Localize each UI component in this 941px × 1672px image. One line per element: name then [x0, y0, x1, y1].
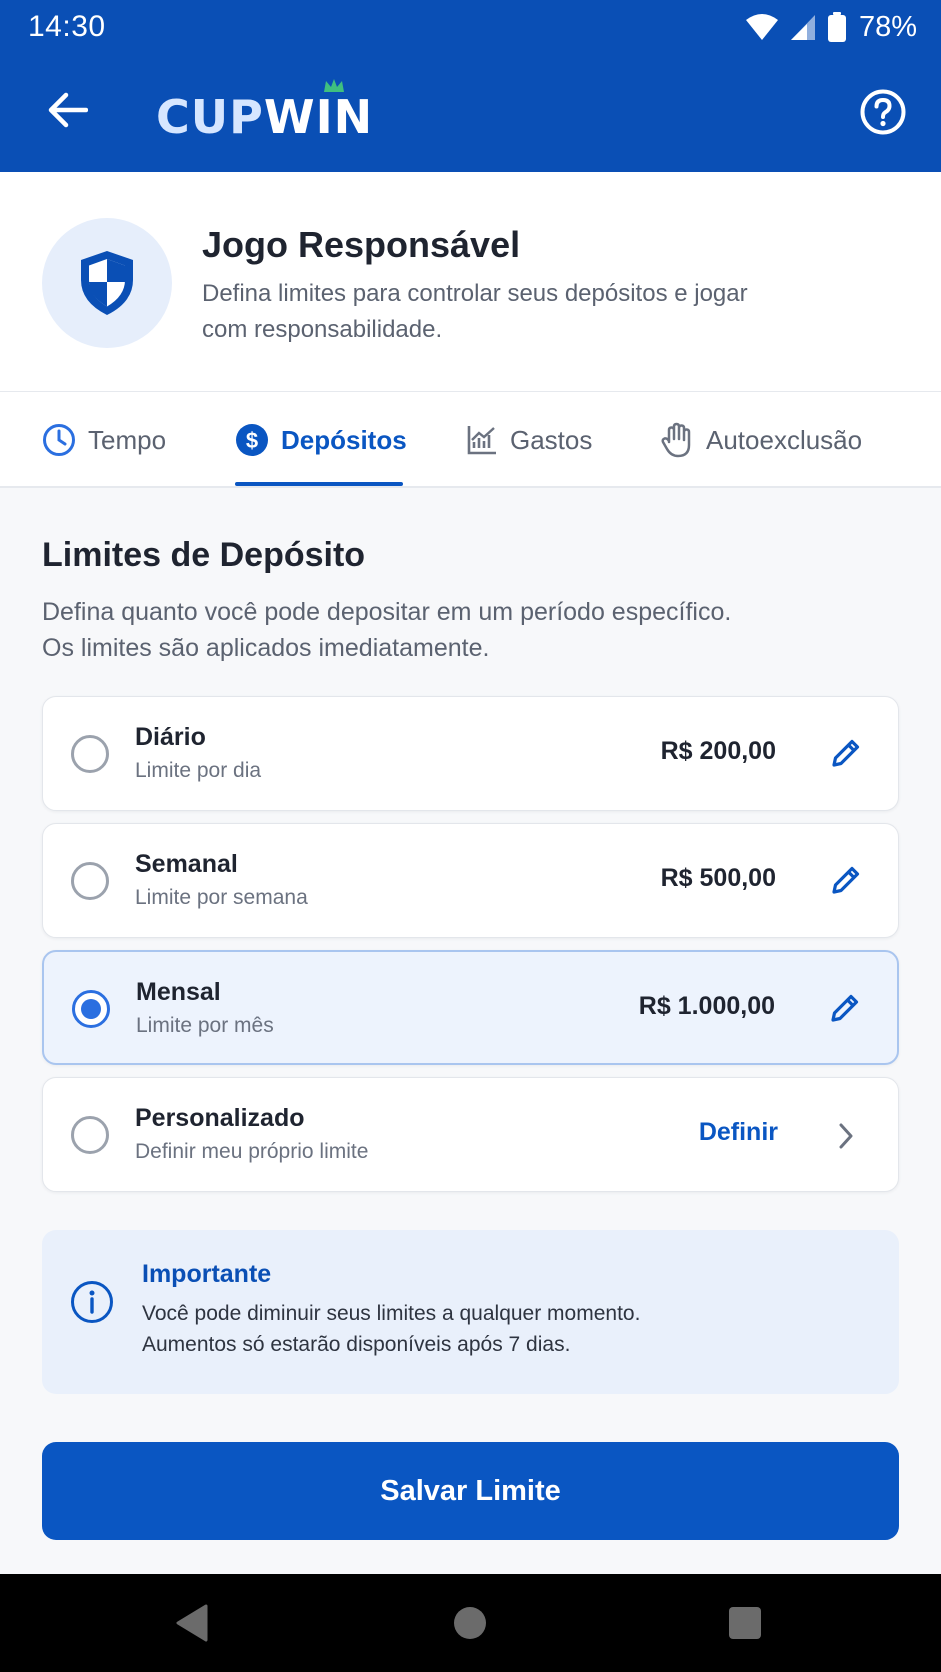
pencil-icon	[831, 994, 859, 1022]
logo-text-win: WIN	[263, 90, 374, 144]
radio-button-checked[interactable]	[72, 990, 110, 1028]
info-box: Importante Você pode diminuir seus limit…	[42, 1230, 899, 1394]
status-bar: 14:30 78%	[0, 0, 941, 56]
signal-icon	[790, 15, 815, 40]
tab-gastos[interactable]: Gastos	[466, 392, 592, 488]
chevron-button[interactable]	[828, 1116, 864, 1156]
responsible-gaming-intro: Jogo Responsável Defina limites para con…	[0, 172, 941, 392]
shield-icon	[81, 251, 133, 315]
option-value: R$ 200,00	[660, 737, 776, 765]
option-subtitle: Limite por semana	[135, 886, 308, 909]
pencil-icon	[832, 739, 860, 767]
help-button[interactable]	[859, 88, 907, 136]
section-description-line: Defina quanto você pode depositar em um …	[42, 598, 732, 626]
back-arrow-icon	[48, 92, 88, 128]
option-value: R$ 500,00	[660, 864, 776, 892]
nav-home-icon[interactable]	[443, 1596, 497, 1650]
tab-depositos[interactable]: $ Depósitos	[235, 392, 407, 488]
wifi-icon	[745, 14, 778, 40]
limit-option-semanal[interactable]: Semanal Limite por semana R$ 500,00	[42, 823, 899, 938]
limit-option-mensal[interactable]: Mensal Limite por mês R$ 1.000,00	[42, 950, 899, 1065]
battery-percentage: 78%	[858, 10, 917, 43]
status-icons: 78%	[745, 10, 917, 44]
app-header: 14:30 78% CUP WIN	[0, 0, 941, 172]
dollar-icon: $	[236, 424, 268, 456]
logo-text-cup: CUP	[156, 90, 264, 144]
option-name: Semanal	[135, 850, 238, 878]
define-link[interactable]: Definir	[699, 1118, 778, 1147]
limit-option-diario[interactable]: Diário Limite por dia R$ 200,00	[42, 696, 899, 811]
nav-recents-icon[interactable]	[718, 1596, 772, 1650]
crown-icon	[324, 79, 344, 92]
tab-label: Autoexclusão	[706, 424, 863, 455]
info-icon	[71, 1281, 113, 1323]
chart-icon	[467, 426, 496, 455]
tab-label: Gastos	[510, 424, 593, 455]
edit-button[interactable]	[824, 858, 868, 902]
cupwin-logo: CUP WIN	[156, 76, 373, 140]
system-nav-bar	[0, 1574, 941, 1672]
battery-icon	[827, 12, 846, 42]
help-icon	[860, 89, 906, 135]
hand-icon	[661, 422, 691, 458]
option-subtitle: Limite por mês	[136, 1014, 274, 1037]
save-limit-button[interactable]: Salvar Limite	[42, 1442, 899, 1540]
info-line: Aumentos só estarão disponíveis após 7 d…	[142, 1333, 571, 1356]
back-button[interactable]	[38, 80, 98, 140]
info-text: Você pode diminuir seus limites a qualqu…	[142, 1298, 862, 1360]
svg-text:$: $	[246, 428, 258, 453]
section-description: Defina quanto você pode depositar em um …	[42, 594, 862, 666]
radio-button[interactable]	[71, 1116, 109, 1154]
tab-bar: Tempo $ Depósitos Gastos Autoexclusão	[0, 392, 941, 488]
info-line: Você pode diminuir seus limites a qualqu…	[142, 1302, 641, 1325]
shield-badge	[42, 218, 172, 348]
section-description-line: Os limites são aplicados imediatamente.	[42, 634, 490, 662]
option-value: R$ 1.000,00	[638, 992, 775, 1020]
nav-back-icon[interactable]	[166, 1596, 220, 1650]
page-description: Defina limites para controlar seus depós…	[202, 280, 748, 343]
tab-label: Depósitos	[281, 424, 407, 455]
edit-button[interactable]	[823, 986, 867, 1030]
chevron-right-icon	[839, 1123, 853, 1149]
tab-tempo[interactable]: Tempo	[42, 392, 166, 488]
pencil-icon	[832, 866, 860, 894]
status-time: 14:30	[28, 10, 106, 43]
option-name: Mensal	[136, 978, 221, 1006]
radio-button[interactable]	[71, 735, 109, 773]
page-title: Jogo Responsável	[202, 224, 521, 265]
option-name: Personalizado	[135, 1104, 305, 1132]
tab-autoexclusao[interactable]: Autoexclusão	[660, 392, 862, 488]
option-subtitle: Definir meu próprio limite	[135, 1140, 369, 1163]
section-title: Limites de Depósito	[42, 536, 366, 574]
tab-label: Tempo	[88, 424, 167, 455]
active-tab-indicator	[235, 482, 403, 486]
limit-option-personalizado[interactable]: Personalizado Definir meu próprio limite…	[42, 1077, 899, 1192]
edit-button[interactable]	[824, 731, 868, 775]
clock-icon	[43, 424, 75, 456]
option-subtitle: Limite por dia	[135, 759, 262, 782]
radio-button[interactable]	[71, 862, 109, 900]
option-name: Diário	[135, 723, 206, 751]
info-title: Importante	[142, 1260, 272, 1288]
